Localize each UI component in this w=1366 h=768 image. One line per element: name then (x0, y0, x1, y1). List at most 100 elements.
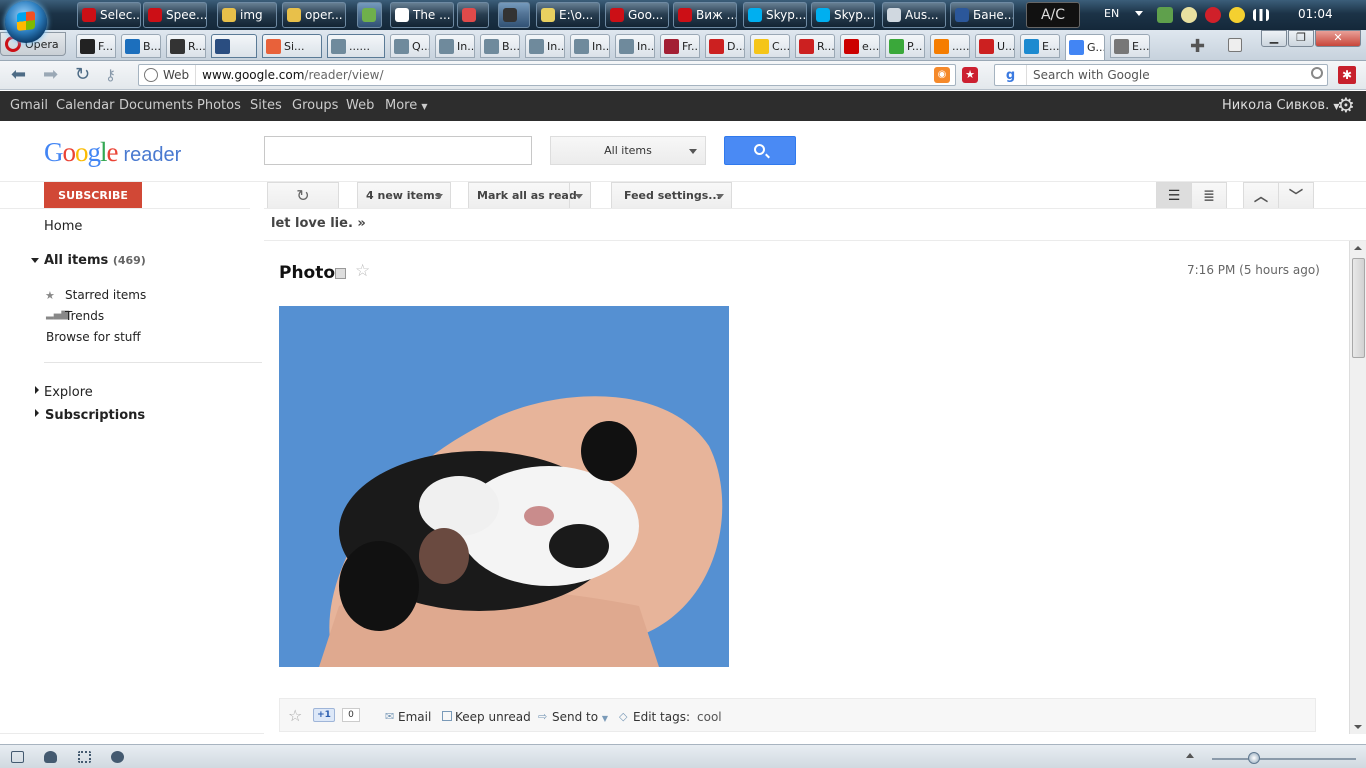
address-scope[interactable]: Web (139, 65, 197, 85)
browser-tab[interactable]: E... (1020, 34, 1060, 58)
list-view-button[interactable]: ≣ (1191, 182, 1227, 209)
tray-network-icon[interactable] (1157, 7, 1173, 23)
subscriptions-expand-icon[interactable] (35, 409, 39, 417)
taskbar-button[interactable]: oper... (282, 2, 346, 28)
opera-link-icon[interactable] (78, 751, 91, 763)
tray-messenger-icon[interactable] (1229, 7, 1245, 23)
browser-tab[interactable]: Q... (390, 34, 430, 58)
keep-unread-action[interactable]: Keep unread (455, 710, 531, 724)
taskbar-button[interactable]: E:\o... (536, 2, 600, 28)
gbar-link-sites[interactable]: Sites (250, 98, 282, 113)
ac-indicator[interactable]: A/C (1026, 2, 1080, 28)
browser-tab[interactable]: In... (570, 34, 610, 58)
previous-item-button[interactable]: ︿ (1243, 182, 1279, 209)
window-restore-button[interactable]: ❐ (1288, 30, 1314, 47)
new-tab-plus-icon[interactable]: ✚ (1190, 36, 1205, 57)
external-link-icon[interactable] (335, 268, 346, 279)
refresh-button[interactable]: ↻ (267, 182, 339, 209)
browser-tab[interactable]: In... (615, 34, 655, 58)
browser-tab[interactable]: e... (840, 34, 880, 58)
entry-star-icon[interactable]: ☆ (355, 261, 370, 281)
subscribe-button[interactable]: SUBSCRIBE (44, 182, 142, 209)
browser-tab[interactable]: F... (76, 34, 116, 58)
browser-tab[interactable]: In... (435, 34, 475, 58)
key-icon[interactable]: ⚷ (105, 66, 116, 84)
taskbar-button[interactable]: Goo... (605, 2, 669, 28)
taskbar-button[interactable] (457, 2, 489, 28)
bookmark-star-icon[interactable]: ★ (962, 67, 978, 83)
taskbar-button[interactable]: The ... (390, 2, 454, 28)
user-account-menu[interactable]: Никола Сивков. ▼ (1222, 98, 1340, 113)
google-reader-logo[interactable]: Google reader (44, 137, 181, 168)
taskbar-button[interactable]: Бане... (950, 2, 1014, 28)
taskbar-button[interactable] (498, 2, 530, 28)
language-indicator[interactable]: EN (1104, 7, 1119, 20)
action-star-icon[interactable]: ☆ (288, 706, 302, 725)
browser-tab[interactable]: G... (1065, 34, 1105, 60)
view-menu-up-icon[interactable] (1186, 753, 1194, 758)
browser-tab[interactable]: D... (705, 34, 745, 58)
back-arrow-icon[interactable]: ⬅ (11, 66, 26, 84)
scroll-down-arrow-icon[interactable] (1354, 725, 1362, 729)
browser-tab[interactable]: P... (885, 34, 925, 58)
taskbar-clock[interactable]: 01:04 (1298, 7, 1333, 21)
keep-unread-checkbox[interactable] (442, 711, 452, 721)
gbar-link-gmail[interactable]: Gmail (10, 98, 48, 113)
tray-opera-icon[interactable] (1205, 7, 1221, 23)
browser-tab[interactable]: C... (750, 34, 790, 58)
browser-tab[interactable]: In... (525, 34, 565, 58)
gbar-link-documents[interactable]: Documents (119, 98, 193, 113)
zoom-slider-knob[interactable] (1248, 752, 1260, 764)
window-close-button[interactable]: ✕ (1315, 30, 1361, 47)
entries-scrollbar[interactable] (1349, 241, 1366, 734)
browser-tab[interactable]: B... (480, 34, 520, 58)
google-search-engine-icon[interactable]: g (995, 65, 1027, 85)
plus-one-button[interactable]: +1 (313, 708, 335, 722)
gbar-link-groups[interactable]: Groups (292, 98, 338, 113)
taskbar-button[interactable]: Spee... (143, 2, 207, 28)
browser-tab[interactable]: ...... (930, 34, 970, 58)
zoom-slider-track[interactable] (1212, 758, 1356, 760)
gbar-link-web[interactable]: Web (346, 98, 374, 113)
taskbar-button[interactable]: Виж ... (673, 2, 737, 28)
window-minimize-button[interactable]: ▁ (1261, 30, 1287, 47)
search-scope-select[interactable]: All items (550, 136, 706, 165)
expanded-view-button[interactable]: ☰ (1156, 182, 1192, 209)
nav-starred-items[interactable]: Starred items (65, 288, 146, 302)
turbo-speedometer-icon[interactable] (111, 751, 124, 763)
browser-tab[interactable] (211, 34, 257, 58)
browser-tab[interactable]: B... (121, 34, 161, 58)
browser-tab[interactable]: Si... (262, 34, 322, 58)
opera-unite-cloud-icon[interactable] (44, 751, 57, 763)
settings-gear-icon[interactable]: ⚙ (1337, 95, 1355, 115)
gbar-link-photos[interactable]: Photos (197, 98, 241, 113)
tray-bulb-icon[interactable] (1181, 7, 1197, 23)
language-menu-arrow-icon[interactable] (1135, 11, 1143, 16)
browser-tab[interactable]: E... (1110, 34, 1150, 58)
feed-settings-dropdown[interactable]: Feed settings... (611, 182, 732, 209)
browser-tab[interactable]: R... (795, 34, 835, 58)
tray-signal-icon[interactable] (1253, 9, 1269, 21)
taskbar-button[interactable]: img (217, 2, 277, 28)
taskbar-button[interactable]: Skyp... (743, 2, 807, 28)
gbar-link-calendar[interactable]: Calendar (56, 98, 114, 113)
scrollbar-thumb[interactable] (1352, 258, 1365, 358)
nav-browse-for-stuff[interactable]: Browse for stuff (46, 330, 141, 344)
explore-expand-icon[interactable] (35, 386, 39, 394)
nav-trends[interactable]: Trends (65, 309, 104, 323)
taskbar-button[interactable]: Skyp... (811, 2, 875, 28)
browser-tab[interactable]: ...... (327, 34, 385, 58)
address-field[interactable]: Web www.google.com/reader/view/ (138, 64, 956, 86)
search-engine-field[interactable]: g Search with Google (994, 64, 1328, 86)
nav-subscriptions[interactable]: Subscriptions (45, 408, 145, 423)
browser-tab[interactable]: U... (975, 34, 1015, 58)
next-item-button[interactable]: ﹀ (1278, 182, 1314, 209)
email-action[interactable]: Email (398, 710, 431, 724)
taskbar-button[interactable]: Selec... (77, 2, 141, 28)
nav-home[interactable]: Home (44, 219, 82, 234)
scroll-up-arrow-icon[interactable] (1354, 246, 1362, 250)
mark-all-as-read-button[interactable]: Mark all as read (468, 182, 591, 209)
panels-toggle-icon[interactable] (11, 751, 24, 763)
extension-close-icon[interactable]: ✱ (1338, 66, 1356, 84)
mark-read-chevron-down-icon[interactable] (575, 194, 583, 199)
